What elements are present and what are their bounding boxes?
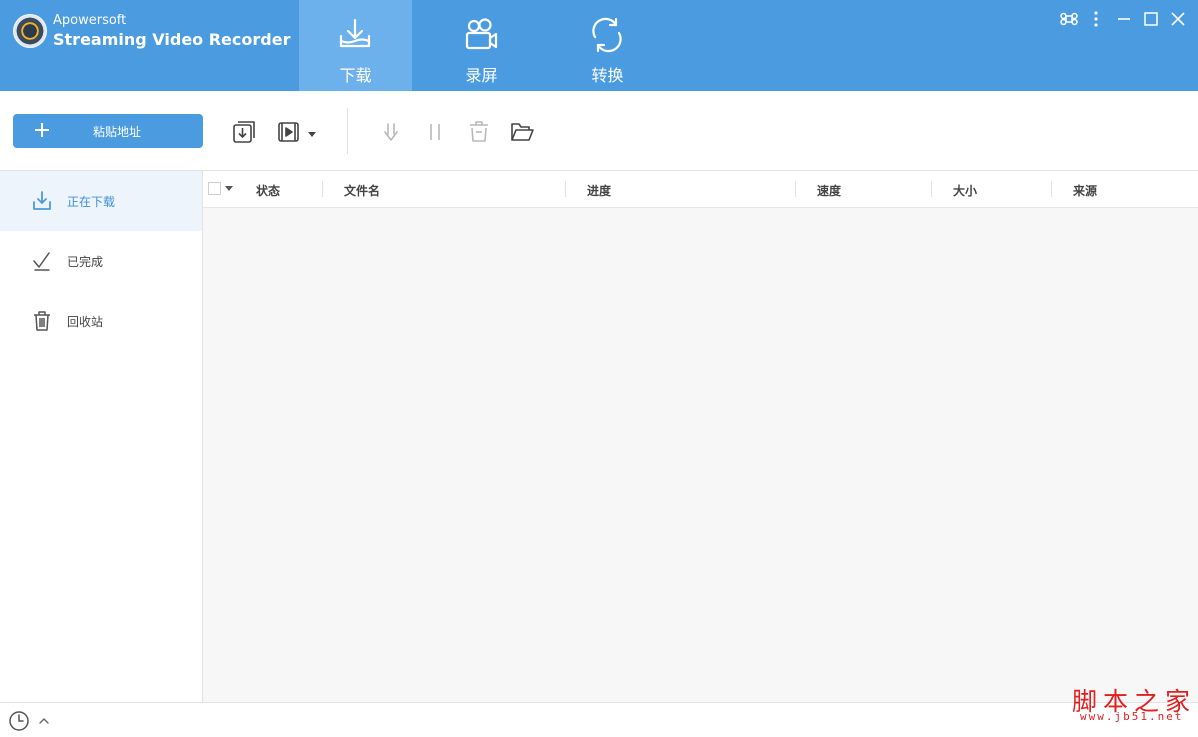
toolbar-divider bbox=[347, 108, 348, 154]
completed-check-icon bbox=[33, 252, 50, 271]
sidebar-item-label: 已完成 bbox=[67, 255, 104, 269]
table-header: 状态 文件名 进度 速度 大小 来源 bbox=[203, 171, 1198, 208]
sidebar: 正在下载 已完成 回收站 bbox=[0, 171, 203, 702]
download-list: 状态 文件名 进度 速度 大小 来源 bbox=[203, 171, 1198, 702]
tab-download[interactable]: 下载 bbox=[299, 0, 412, 91]
chevron-up-icon[interactable] bbox=[38, 715, 50, 727]
paste-url-button[interactable]: 粘贴地址 bbox=[13, 114, 203, 148]
sidebar-item-completed[interactable]: 已完成 bbox=[0, 231, 202, 291]
brand-company: Apowersoft bbox=[53, 13, 127, 28]
sidebar-item-recycle-bin[interactable]: 回收站 bbox=[0, 291, 202, 351]
column-divider[interactable] bbox=[931, 181, 932, 197]
column-header-status[interactable]: 状态 bbox=[256, 182, 280, 199]
column-divider[interactable] bbox=[322, 181, 323, 197]
sidebar-item-label: 正在下载 bbox=[67, 195, 116, 209]
delete-icon[interactable] bbox=[466, 119, 492, 145]
sidebar-item-downloading[interactable]: 正在下载 bbox=[0, 171, 202, 231]
column-header-speed[interactable]: 速度 bbox=[817, 182, 841, 199]
downloading-icon bbox=[33, 191, 51, 210]
brand-product-name: Streaming Video Recorder bbox=[53, 30, 291, 49]
watermark-url: www.jb51.net bbox=[1080, 710, 1184, 723]
plus-icon bbox=[35, 123, 49, 137]
app-logo bbox=[13, 14, 47, 48]
open-folder-icon[interactable] bbox=[509, 119, 535, 145]
trash-icon bbox=[34, 311, 50, 331]
select-all-checkbox[interactable] bbox=[208, 182, 221, 195]
column-divider[interactable] bbox=[795, 181, 796, 197]
pause-icon[interactable] bbox=[422, 119, 448, 145]
dropdown-caret-icon[interactable] bbox=[306, 126, 318, 138]
command-icon[interactable] bbox=[1059, 9, 1079, 29]
resume-icon[interactable] bbox=[378, 119, 404, 145]
toolbar: 粘贴地址 bbox=[0, 91, 1198, 171]
more-vertical-icon[interactable] bbox=[1086, 9, 1106, 29]
tab-convert[interactable]: 转换 bbox=[551, 0, 664, 91]
paste-url-label: 粘贴地址 bbox=[93, 125, 142, 139]
column-header-size[interactable]: 大小 bbox=[953, 182, 977, 199]
status-bar: 脚本之家 www.jb51.net bbox=[0, 687, 1198, 737]
convert-cycle-icon bbox=[592, 17, 622, 53]
column-divider[interactable] bbox=[565, 181, 566, 197]
tab-screen-record[interactable]: 录屏 bbox=[425, 0, 538, 91]
column-header-filename[interactable]: 文件名 bbox=[344, 182, 380, 199]
sidebar-item-label: 回收站 bbox=[67, 315, 104, 329]
column-divider[interactable] bbox=[1051, 181, 1052, 197]
minimize-icon[interactable] bbox=[1114, 9, 1134, 29]
download-tray-icon bbox=[339, 18, 371, 48]
maximize-icon[interactable] bbox=[1141, 9, 1161, 29]
batch-download-icon[interactable] bbox=[231, 119, 257, 145]
close-icon[interactable] bbox=[1168, 9, 1188, 29]
video-camera-icon bbox=[465, 18, 498, 50]
video-download-icon[interactable] bbox=[276, 119, 302, 145]
tab-convert-label: 转换 bbox=[591, 66, 624, 85]
clock-icon[interactable] bbox=[8, 710, 30, 732]
tab-screen-record-label: 录屏 bbox=[465, 66, 498, 85]
select-menu-caret-icon[interactable] bbox=[225, 186, 233, 191]
title-bar: Apowersoft Streaming Video Recorder 下载 录… bbox=[0, 0, 1198, 91]
column-header-source[interactable]: 来源 bbox=[1073, 182, 1097, 199]
column-header-progress[interactable]: 进度 bbox=[587, 182, 611, 199]
tab-download-label: 下载 bbox=[339, 66, 372, 85]
